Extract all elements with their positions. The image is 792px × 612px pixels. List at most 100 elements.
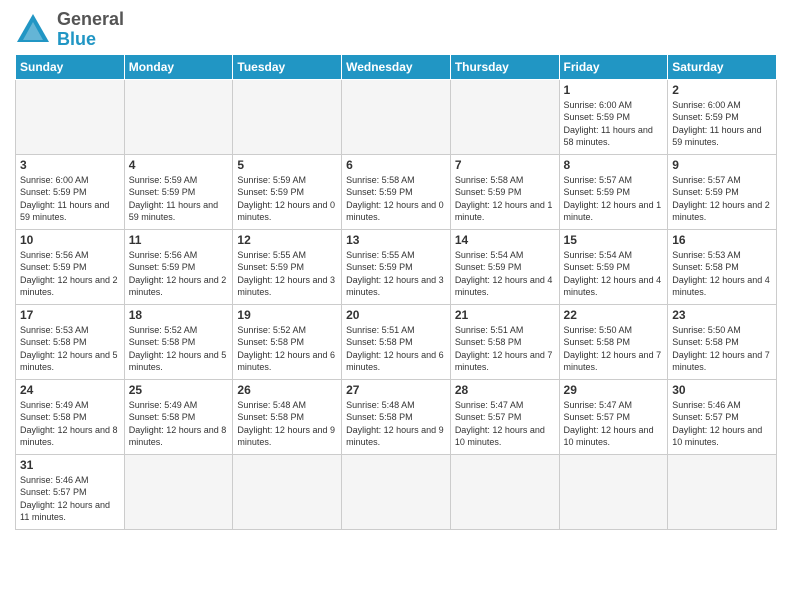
day-cell: 8 Sunrise: 5:57 AM Sunset: 5:59 PM Daylig… [559, 154, 668, 229]
day-number: 28 [455, 383, 555, 397]
day-cell: 9 Sunrise: 5:57 AM Sunset: 5:59 PM Daylig… [668, 154, 777, 229]
day-number: 20 [346, 308, 446, 322]
day-info: Sunrise: 5:57 AM Sunset: 5:59 PM Dayligh… [672, 174, 772, 224]
day-cell [233, 454, 342, 529]
day-info: Sunrise: 5:57 AM Sunset: 5:59 PM Dayligh… [564, 174, 664, 224]
day-cell: 13Sunrise: 5:55 AM Sunset: 5:59 PM Dayli… [342, 229, 451, 304]
week-row-2: 10 Sunrise: 5:56 AM Sunset: 5:59 PM Dayli… [16, 229, 777, 304]
logo-area: General Blue [15, 10, 124, 50]
header: General Blue [15, 10, 777, 50]
week-row-0: 1 Sunrise: 6:00 AM Sunset: 5:59 PM Daylig… [16, 79, 777, 154]
day-info: Sunrise: 5:48 AM Sunset: 5:58 PM Dayligh… [237, 399, 337, 449]
logo-icon-area [15, 12, 51, 48]
day-cell: 25 Sunrise: 5:49 AM Sunset: 5:58 PM Dayli… [124, 379, 233, 454]
weekday-header-friday: Friday [559, 54, 668, 79]
day-cell: 22Sunrise: 5:50 AM Sunset: 5:58 PM Dayli… [559, 304, 668, 379]
day-number: 31 [20, 458, 120, 472]
day-number: 15 [564, 233, 664, 247]
day-cell [124, 454, 233, 529]
day-info: Sunrise: 5:46 AM Sunset: 5:57 PM Dayligh… [672, 399, 772, 449]
day-cell: 1Sunrise: 6:00 AM Sunset: 5:59 PM Daylig… [559, 79, 668, 154]
day-info: Sunrise: 5:47 AM Sunset: 5:57 PM Dayligh… [455, 399, 555, 449]
logo-blue: Blue [57, 29, 96, 49]
day-cell [16, 79, 125, 154]
day-info: Sunrise: 5:47 AM Sunset: 5:57 PM Dayligh… [564, 399, 664, 449]
day-number: 9 [672, 158, 772, 172]
day-info: Sunrise: 6:00 AM Sunset: 5:59 PM Dayligh… [672, 99, 772, 149]
day-cell: 18 Sunrise: 5:52 AM Sunset: 5:58 PM Dayli… [124, 304, 233, 379]
day-info: Sunrise: 5:56 AM Sunset: 5:59 PM Dayligh… [129, 249, 229, 299]
day-info: Sunrise: 5:48 AM Sunset: 5:58 PM Dayligh… [346, 399, 446, 449]
day-number: 14 [455, 233, 555, 247]
day-number: 16 [672, 233, 772, 247]
day-cell: 27 Sunrise: 5:48 AM Sunset: 5:58 PM Dayli… [342, 379, 451, 454]
day-number: 18 [129, 308, 229, 322]
day-number: 6 [346, 158, 446, 172]
day-info: Sunrise: 5:59 AM Sunset: 5:59 PM Dayligh… [237, 174, 337, 224]
day-number: 2 [672, 83, 772, 97]
weekday-header-thursday: Thursday [450, 54, 559, 79]
day-number: 5 [237, 158, 337, 172]
day-cell: 31 Sunrise: 5:46 AM Sunset: 5:57 PM Dayli… [16, 454, 125, 529]
weekday-header-sunday: Sunday [16, 54, 125, 79]
day-cell [233, 79, 342, 154]
day-info: Sunrise: 5:58 AM Sunset: 5:59 PM Dayligh… [346, 174, 446, 224]
day-cell: 12 Sunrise: 5:55 AM Sunset: 5:59 PM Dayli… [233, 229, 342, 304]
day-number: 1 [564, 83, 664, 97]
day-cell: 20 Sunrise: 5:51 AM Sunset: 5:58 PM Dayli… [342, 304, 451, 379]
day-cell [559, 454, 668, 529]
day-number: 13 [346, 233, 446, 247]
day-cell: 21Sunrise: 5:51 AM Sunset: 5:58 PM Dayli… [450, 304, 559, 379]
day-cell: 19Sunrise: 5:52 AM Sunset: 5:58 PM Dayli… [233, 304, 342, 379]
day-cell: 28 Sunrise: 5:47 AM Sunset: 5:57 PM Dayli… [450, 379, 559, 454]
weekday-header-wednesday: Wednesday [342, 54, 451, 79]
day-number: 12 [237, 233, 337, 247]
day-cell [124, 79, 233, 154]
day-number: 17 [20, 308, 120, 322]
day-number: 25 [129, 383, 229, 397]
weekday-header-monday: Monday [124, 54, 233, 79]
day-cell [342, 79, 451, 154]
day-number: 8 [564, 158, 664, 172]
day-cell: 10Sunrise: 5:56 AM Sunset: 5:59 PM Dayli… [16, 229, 125, 304]
day-cell: 29 Sunrise: 5:47 AM Sunset: 5:57 PM Dayli… [559, 379, 668, 454]
day-number: 24 [20, 383, 120, 397]
day-info: Sunrise: 5:50 AM Sunset: 5:58 PM Dayligh… [564, 324, 664, 374]
day-info: Sunrise: 6:00 AM Sunset: 5:59 PM Dayligh… [20, 174, 120, 224]
day-cell: 26Sunrise: 5:48 AM Sunset: 5:58 PM Dayli… [233, 379, 342, 454]
day-cell: 30Sunrise: 5:46 AM Sunset: 5:57 PM Dayli… [668, 379, 777, 454]
day-cell: 5 Sunrise: 5:59 AM Sunset: 5:59 PM Daylig… [233, 154, 342, 229]
day-cell: 4 Sunrise: 5:59 AM Sunset: 5:59 PM Daylig… [124, 154, 233, 229]
day-info: Sunrise: 5:46 AM Sunset: 5:57 PM Dayligh… [20, 474, 120, 524]
day-info: Sunrise: 5:55 AM Sunset: 5:59 PM Dayligh… [237, 249, 337, 299]
page: General Blue SundayMondayTuesdayWednesda… [0, 0, 792, 540]
day-info: Sunrise: 5:51 AM Sunset: 5:58 PM Dayligh… [346, 324, 446, 374]
day-info: Sunrise: 5:53 AM Sunset: 5:58 PM Dayligh… [672, 249, 772, 299]
weekday-header-row: SundayMondayTuesdayWednesdayThursdayFrid… [16, 54, 777, 79]
day-number: 27 [346, 383, 446, 397]
weekday-header-tuesday: Tuesday [233, 54, 342, 79]
weekday-header-saturday: Saturday [668, 54, 777, 79]
day-info: Sunrise: 5:52 AM Sunset: 5:58 PM Dayligh… [129, 324, 229, 374]
day-number: 4 [129, 158, 229, 172]
day-info: Sunrise: 5:49 AM Sunset: 5:58 PM Dayligh… [129, 399, 229, 449]
week-row-4: 24 Sunrise: 5:49 AM Sunset: 5:58 PM Dayli… [16, 379, 777, 454]
day-info: Sunrise: 5:58 AM Sunset: 5:59 PM Dayligh… [455, 174, 555, 224]
day-cell [342, 454, 451, 529]
day-cell: 6 Sunrise: 5:58 AM Sunset: 5:59 PM Daylig… [342, 154, 451, 229]
logo-text-block: General Blue [57, 10, 124, 50]
day-cell: 2 Sunrise: 6:00 AM Sunset: 5:59 PM Daylig… [668, 79, 777, 154]
day-number: 7 [455, 158, 555, 172]
day-number: 29 [564, 383, 664, 397]
day-cell [450, 454, 559, 529]
day-number: 11 [129, 233, 229, 247]
logo-svg [15, 12, 51, 48]
day-cell: 16 Sunrise: 5:53 AM Sunset: 5:58 PM Dayli… [668, 229, 777, 304]
logo-container: General Blue [15, 10, 124, 50]
day-cell: 17Sunrise: 5:53 AM Sunset: 5:58 PM Dayli… [16, 304, 125, 379]
day-number: 10 [20, 233, 120, 247]
day-info: Sunrise: 5:52 AM Sunset: 5:58 PM Dayligh… [237, 324, 337, 374]
day-info: Sunrise: 5:59 AM Sunset: 5:59 PM Dayligh… [129, 174, 229, 224]
day-cell [450, 79, 559, 154]
day-cell: 7 Sunrise: 5:58 AM Sunset: 5:59 PM Daylig… [450, 154, 559, 229]
